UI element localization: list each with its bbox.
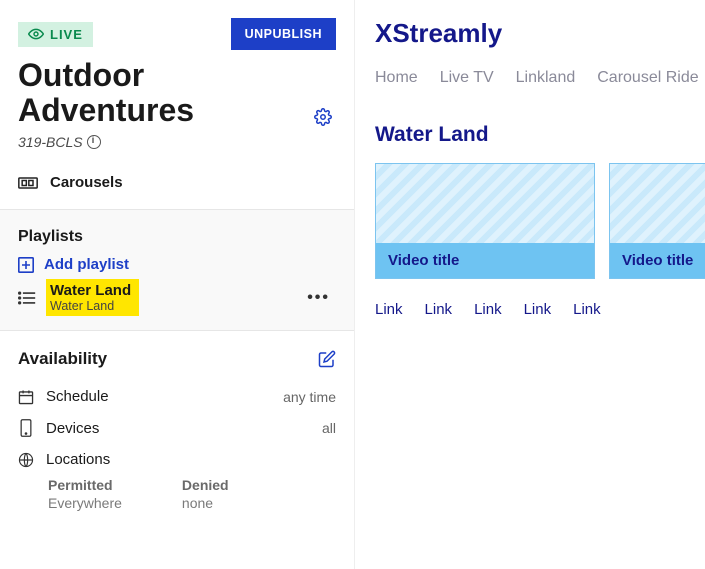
video-card-title: Video title <box>376 243 594 278</box>
denied-label: Denied <box>182 477 229 493</box>
calendar-icon <box>18 389 34 405</box>
list-icon <box>18 291 36 305</box>
locations-row[interactable]: Locations <box>18 444 336 475</box>
gear-icon <box>314 108 332 126</box>
editor-pane: LIVE UNPUBLISH Outdoor Adventures 319-BC… <box>0 0 355 569</box>
add-playlist-button[interactable]: Add playlist <box>18 256 336 273</box>
pencil-square-icon <box>318 350 336 368</box>
availability-title: Availability <box>18 349 107 369</box>
unpublish-button[interactable]: UNPUBLISH <box>231 18 336 50</box>
device-icon <box>18 419 34 437</box>
preview-link[interactable]: Link <box>524 301 552 318</box>
playlists-title: Playlists <box>18 228 336 246</box>
availability-section: Availability Schedule any tim <box>0 331 354 529</box>
video-card[interactable]: Video title <box>375 163 595 279</box>
video-card-title: Video title <box>610 243 705 278</box>
devices-label: Devices <box>46 420 99 437</box>
edit-availability-button[interactable] <box>318 350 336 368</box>
preview-brand: XStreamly <box>375 18 705 49</box>
nav-item[interactable]: Home <box>375 69 418 87</box>
carousels-icon <box>18 175 38 191</box>
devices-value: all <box>322 420 336 436</box>
globe-icon <box>18 452 34 468</box>
locations-label: Locations <box>46 451 110 468</box>
permitted-value: Everywhere <box>48 495 122 511</box>
devices-row[interactable]: Devices all <box>18 412 336 444</box>
settings-button[interactable] <box>310 104 336 130</box>
preview-link[interactable]: Link <box>375 301 403 318</box>
info-icon[interactable] <box>87 135 101 149</box>
preview-link-row: Link Link Link Link Link <box>375 301 705 318</box>
schedule-label: Schedule <box>46 388 109 405</box>
nav-item[interactable]: Live TV <box>440 69 494 87</box>
preview-pane: XStreamly Home Live TV Linkland Carousel… <box>355 0 705 569</box>
nav-item[interactable]: Linkland <box>516 69 576 87</box>
carousels-label: Carousels <box>50 174 123 191</box>
plus-box-icon <box>18 257 34 273</box>
preview-cards: Video title Video title <box>375 163 705 279</box>
preview-link[interactable]: Link <box>474 301 502 318</box>
locations-detail: Permitted Everywhere Denied none <box>18 477 336 511</box>
playlists-section: Playlists Add playlist Water La <box>0 210 354 330</box>
playlist-item-subtitle: Water Land <box>50 299 131 313</box>
page-title: Outdoor Adventures <box>18 58 310 128</box>
preview-link[interactable]: Link <box>425 301 453 318</box>
playlist-item-title: Water Land <box>50 282 131 299</box>
eye-icon <box>28 28 44 40</box>
live-badge-text: LIVE <box>50 27 83 42</box>
editor-header: LIVE UNPUBLISH Outdoor Adventures 319-BC… <box>0 0 354 158</box>
live-badge: LIVE <box>18 22 93 47</box>
playlist-item-menu-button[interactable]: ••• <box>301 283 336 313</box>
nav-item[interactable]: Carousel Ride <box>597 69 698 87</box>
denied-value: none <box>182 495 229 511</box>
schedule-row[interactable]: Schedule any time <box>18 381 336 412</box>
schedule-value: any time <box>283 389 336 405</box>
preview-link[interactable]: Link <box>573 301 601 318</box>
permitted-label: Permitted <box>48 477 122 493</box>
preview-nav: Home Live TV Linkland Carousel Ride <box>375 69 705 87</box>
playlist-item[interactable]: Water Land Water Land ••• <box>14 277 340 318</box>
preview-carousel-title: Water Land <box>375 123 705 147</box>
video-card[interactable]: Video title <box>609 163 705 279</box>
add-playlist-label: Add playlist <box>44 256 129 273</box>
reference-id: 319-BCLS <box>18 134 83 150</box>
carousels-row[interactable]: Carousels <box>0 158 354 209</box>
reference-id-row: 319-BCLS <box>18 134 336 150</box>
